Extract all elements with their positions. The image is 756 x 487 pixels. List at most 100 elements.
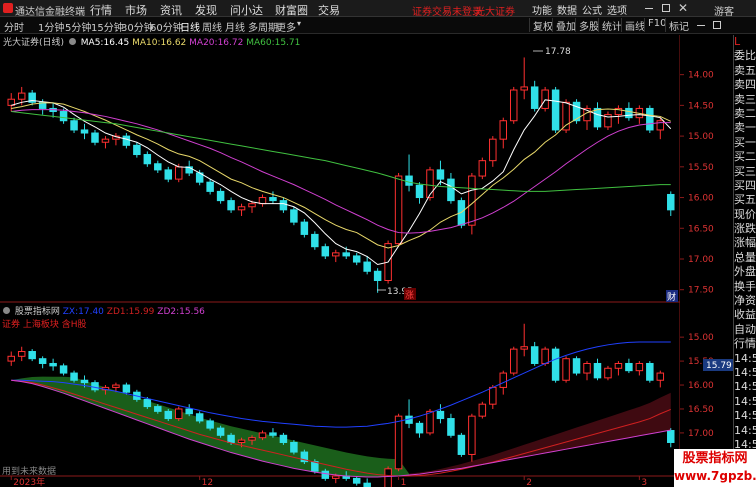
sidebar-item[interactable]: 卖四: [734, 78, 756, 92]
sidebar-item[interactable]: 收益: [734, 308, 756, 322]
sidebar-item[interactable]: 卖五: [734, 64, 756, 78]
sidebar-item[interactable]: 现价: [734, 208, 756, 222]
candle-body: [468, 175, 476, 226]
sidebar-item[interactable]: 14:50: [734, 409, 756, 423]
candle-body: [49, 362, 57, 367]
sidebar-item[interactable]: 14:50: [734, 380, 756, 394]
y-tick-label: 17.50: [688, 286, 714, 296]
quote-sidebar: L 委比 卖五 卖四 卖三 卖二 卖一 买一 买二 买三 买四 买五 现价 涨跌 涨幅 总量 外盘 换手 净资 收益自…: [733, 35, 756, 487]
sidebar-item[interactable]: 14:50: [734, 395, 756, 409]
candle-body: [352, 255, 361, 263]
candle-body: [237, 439, 246, 443]
candle-body: [551, 348, 560, 381]
y-tick-label: 14.00: [688, 71, 714, 81]
candle-body: [447, 418, 455, 436]
y-tick-label: 16.00: [688, 194, 714, 204]
sidebar-item[interactable]: 自动: [734, 323, 756, 337]
sidebar-item[interactable]: 买二: [734, 150, 756, 164]
candle-body: [394, 175, 403, 245]
sidebar-item[interactable]: 涨幅: [734, 236, 756, 250]
candle-body: [59, 365, 68, 374]
sidebar-item[interactable]: 卖一: [734, 121, 756, 135]
candle-body: [656, 372, 665, 381]
watermark-logo: 股票指标网 www.7gpzb.com: [674, 449, 756, 487]
x-tick-label: 1: [401, 478, 407, 487]
candle-body: [478, 403, 487, 417]
candle-body: [80, 379, 89, 384]
candle-body: [237, 206, 246, 211]
sidebar-item[interactable]: 买一: [734, 136, 756, 150]
candle-body: [7, 355, 15, 362]
sidebar-item[interactable]: 卖三: [734, 93, 756, 107]
kline-chart[interactable]: 17.50 17.00 16.50 16.00 15.50 15.00 14.50 14.00…: [0, 0, 733, 487]
candle-body: [321, 246, 330, 257]
candle-body: [269, 432, 277, 436]
watermark-line1: 股票指标网: [682, 451, 748, 466]
candle-body: [133, 144, 141, 156]
sidebar-item[interactable]: 14:50: [734, 424, 756, 438]
candle-body: [363, 482, 371, 487]
candle-body: [91, 132, 99, 143]
x-tick-label: 2: [526, 478, 532, 487]
candle-body: [290, 441, 298, 453]
candle-body: [478, 160, 487, 177]
candle-body: [122, 135, 131, 146]
candle-body: [164, 410, 173, 420]
sidebar-item[interactable]: 委比: [734, 49, 756, 63]
candle-body: [17, 351, 26, 357]
candle-body: [143, 154, 152, 165]
candle-body: [468, 415, 476, 455]
sub-line-zx: [11, 341, 671, 428]
candle-body: [593, 107, 602, 128]
candle-body: [415, 422, 424, 434]
candle-body: [206, 420, 214, 429]
candle-body: [384, 468, 392, 487]
candle-body: [258, 197, 267, 205]
sidebar-item[interactable]: 行情: [734, 337, 756, 351]
candle-body: [426, 169, 434, 199]
sidebar-item[interactable]: 卖二: [734, 107, 756, 121]
candle-body: [101, 138, 110, 143]
sub-y-tick-label: 16.00: [688, 381, 714, 391]
high-price-label: 17.78: [545, 47, 571, 57]
y-tick-label: 14.50: [688, 101, 714, 111]
ma-line-ma10: [11, 102, 671, 249]
x-tick-label: 3: [641, 478, 647, 487]
candle-body: [185, 408, 193, 415]
sidebar-item[interactable]: 净资: [734, 294, 756, 308]
candle-body: [646, 107, 654, 131]
candle-body: [227, 434, 235, 443]
sidebar-item[interactable]: 外盘: [734, 265, 756, 279]
cai-marker[interactable]: 财: [667, 291, 676, 303]
sidebar-item[interactable]: 涨跌: [734, 222, 756, 236]
candle-body: [583, 362, 591, 374]
candle-body: [541, 348, 549, 364]
candle-body: [405, 175, 413, 186]
candle-body: [70, 372, 78, 381]
candle-body: [290, 209, 298, 223]
x-tick-label: 12: [202, 478, 213, 487]
sidebar-item[interactable]: 总量: [734, 251, 756, 265]
sidebar-item[interactable]: 买四: [734, 179, 756, 193]
candle-body: [604, 367, 612, 379]
candle-body: [447, 178, 455, 202]
sidebar-item[interactable]: L: [734, 35, 756, 49]
sidebar-item[interactable]: 14:50: [734, 366, 756, 380]
watermark-line2: www.7gpzb.com: [674, 469, 756, 483]
candle-body: [530, 86, 539, 109]
candle-body: [195, 413, 204, 422]
ma-line-ma60: [11, 111, 671, 192]
sidebar-item[interactable]: 买五: [734, 193, 756, 207]
sidebar-item[interactable]: 买三: [734, 165, 756, 179]
candle-body: [530, 346, 539, 364]
y-tick-label: 16.50: [688, 224, 714, 234]
candle-body: [394, 415, 403, 470]
candle-body: [332, 252, 340, 257]
candle-body: [342, 252, 350, 257]
sidebar-item[interactable]: 换手: [734, 280, 756, 294]
candle-body: [321, 470, 330, 479]
sidebar-item[interactable]: 14:50: [734, 352, 756, 366]
candle-body: [625, 362, 633, 372]
zhang-marker[interactable]: 涨: [405, 290, 414, 301]
current-value: 15.79: [706, 361, 732, 371]
